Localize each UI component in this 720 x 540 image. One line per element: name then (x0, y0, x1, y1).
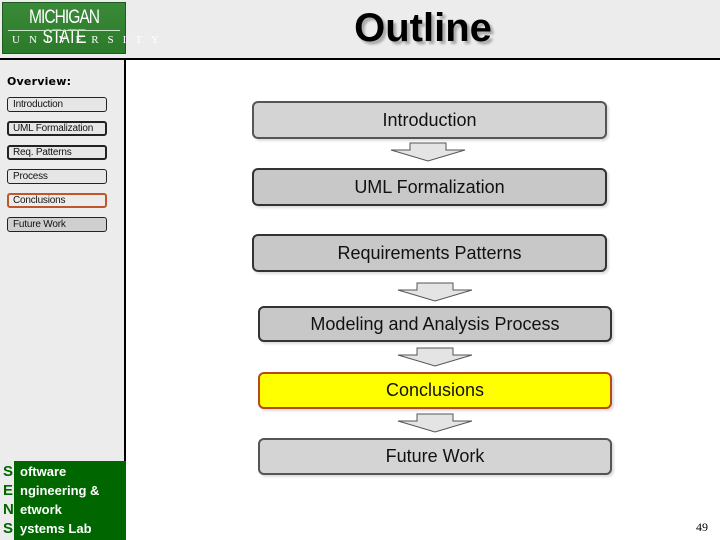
slide-header: MICHIGAN STATE UNIVERSITY Outline (0, 0, 720, 60)
sidebar-item-process[interactable]: Process (7, 169, 107, 184)
down-arrow-icon (397, 413, 473, 433)
flow-step-future-work[interactable]: Future Work (258, 438, 612, 475)
flow-step-conclusions[interactable]: Conclusions (258, 372, 612, 409)
logo-rule (8, 30, 120, 31)
lab-initial: S (3, 463, 14, 480)
lab-word: ystems Lab (20, 521, 92, 536)
lab-initial: S (3, 520, 14, 537)
lab-initial: N (3, 501, 14, 518)
msu-logo: MICHIGAN STATE UNIVERSITY (2, 2, 168, 54)
slide-title: Outline (354, 6, 492, 50)
flow-step-introduction[interactable]: Introduction (252, 101, 607, 139)
sidebar-item-introduction[interactable]: Introduction (7, 97, 107, 112)
sidebar-item-uml-formalization[interactable]: UML Formalization (7, 121, 107, 136)
down-arrow-icon (397, 347, 473, 367)
sens-lab-logo: S oftware E ngineering & N etwork S yste… (0, 461, 126, 540)
down-arrow-icon (397, 282, 473, 302)
sidebar-item-conclusions[interactable]: Conclusions (7, 193, 107, 208)
flow-step-uml-formalization[interactable]: UML Formalization (252, 168, 607, 206)
logo-line-2: UNIVERSITY (12, 34, 168, 46)
lab-word: etwork (20, 502, 62, 517)
sidebar-item-future-work[interactable]: Future Work (7, 217, 107, 232)
flow-step-requirements-patterns[interactable]: Requirements Patterns (252, 234, 607, 272)
overview-label: Overview: (7, 75, 72, 88)
lab-word: oftware (20, 464, 67, 479)
page-number: 49 (696, 520, 708, 534)
sidebar-item-req-patterns[interactable]: Req. Patterns (7, 145, 107, 160)
lab-initial: E (3, 482, 14, 499)
lab-word: ngineering & (20, 483, 100, 498)
down-arrow-icon (390, 142, 466, 162)
flow-step-modeling-analysis[interactable]: Modeling and Analysis Process (258, 306, 612, 342)
